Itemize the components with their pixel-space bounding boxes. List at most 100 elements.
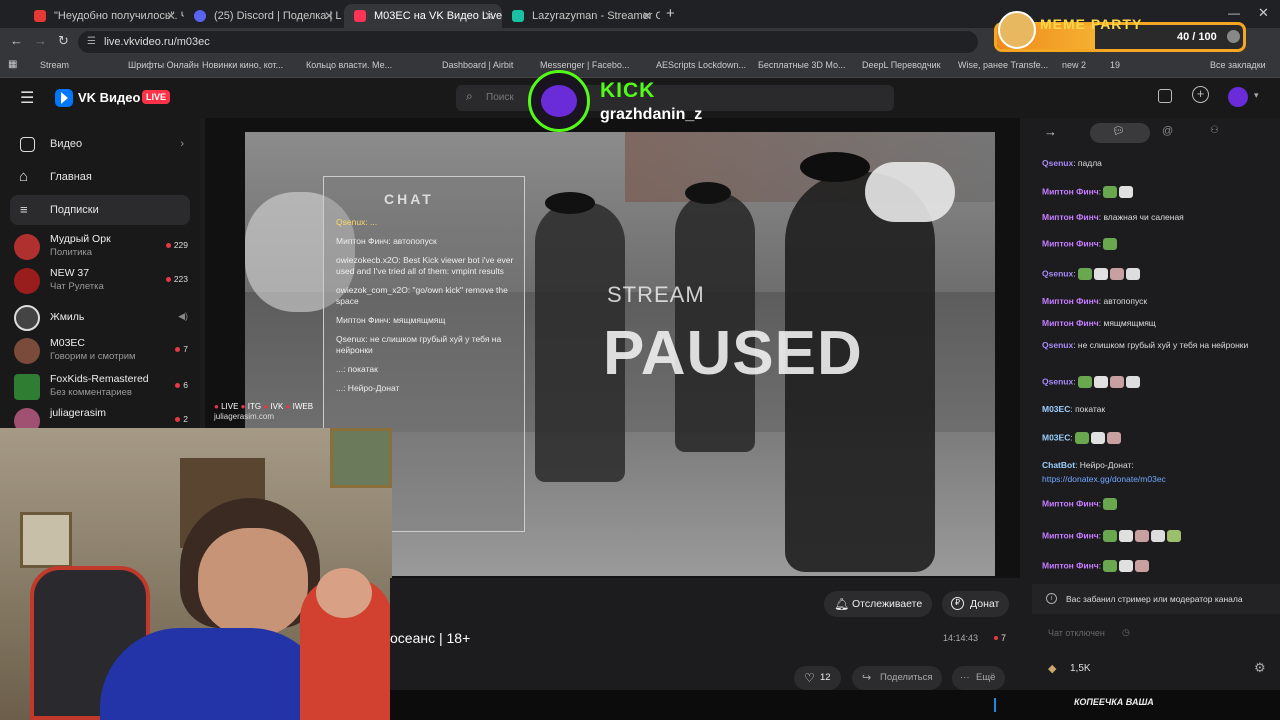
chat-username[interactable]: Миптон Финч	[1042, 238, 1099, 248]
inner-chat-line: Миптон Финч: мящмящмящ	[336, 315, 446, 325]
emote-icon	[1075, 432, 1090, 444]
add-icon[interactable]: +	[1192, 86, 1209, 103]
wall-painting	[330, 428, 392, 488]
sidebar-item-home[interactable]: ⌂ Главная	[10, 162, 190, 192]
viewers-icon[interactable]: ⚇	[1210, 125, 1219, 136]
chat-username[interactable]: Миптон Финч	[1042, 530, 1099, 540]
site-info-icon[interactable]: ☰	[87, 31, 96, 53]
minimize-icon[interactable]: —	[1228, 6, 1240, 20]
menu-icon[interactable]: ☰	[20, 88, 34, 108]
bookmark-item[interactable]: Кольцо власти. Ме...	[306, 60, 392, 70]
chevron-down-icon[interactable]: ▾	[1254, 90, 1259, 101]
chat-username[interactable]: Qsenux	[1042, 268, 1073, 278]
chat-username[interactable]: Qsenux	[1042, 158, 1073, 168]
collapse-chat-icon[interactable]: →	[1044, 124, 1057, 139]
chat-username[interactable]: ChatBot	[1042, 460, 1075, 470]
viewer-count: 7	[1001, 633, 1007, 643]
emote-icon	[1077, 268, 1092, 280]
chat-username[interactable]: М03ЕС	[1042, 404, 1070, 414]
chat-username[interactable]: Миптон Финч	[1042, 212, 1099, 222]
chat-message: Qsenux: не слишком грубый хуй у тебя на …	[1042, 340, 1272, 351]
chat-username[interactable]: Миптон Финч	[1042, 560, 1099, 570]
inner-chat-title: CHAT	[384, 191, 434, 207]
chat-username[interactable]: Миптон Финч	[1042, 498, 1099, 508]
bookmark-item[interactable]: Stream	[40, 60, 69, 70]
share-button[interactable]: ↪ Поделиться	[852, 666, 943, 690]
chat-message: Миптон Финч: влажная чи саленая	[1042, 212, 1272, 223]
url-text: live.vkvideo.ru/m03ec	[104, 36, 210, 48]
chat-username[interactable]: Qsenux	[1042, 340, 1073, 350]
chat-message: Миптон Финч: мящмящмящ	[1042, 318, 1272, 329]
close-tab-icon[interactable]: ✕	[166, 4, 176, 28]
channel-item[interactable]: Жмиль ◀)	[14, 303, 194, 335]
library-icon[interactable]	[1158, 89, 1172, 103]
bookmark-item[interactable]: Новинки кино, кот...	[202, 60, 283, 70]
chevron-right-icon: ›	[180, 138, 184, 150]
emote-icon	[1167, 530, 1182, 542]
channel-category: Политика	[50, 247, 93, 258]
bookmark-item[interactable]: new 2	[1062, 60, 1086, 70]
chat-input[interactable]: Чат отключен ◷	[1040, 624, 1272, 644]
browser-tab[interactable]: "Неудобно получилось". Что ✕	[24, 4, 184, 28]
url-field[interactable]: ☰ live.vkvideo.ru/m03ec	[78, 31, 978, 53]
inner-chat-line: Миптон Финч: автопопуск	[336, 236, 437, 246]
bookmark-item[interactable]: AEScripts Lockdown...	[656, 60, 746, 70]
streamer-overview-icon	[512, 10, 524, 22]
donate-button[interactable]: ₽ Донат	[942, 591, 1010, 617]
close-tab-icon[interactable]: ✕	[642, 4, 652, 28]
bookmark-item[interactable]: Wise, ранее Transfe...	[958, 60, 1048, 70]
more-button[interactable]: ··· Ещё	[952, 666, 1006, 690]
forward-icon[interactable]: →	[34, 33, 47, 48]
chat-username[interactable]: Миптон Финч	[1042, 318, 1099, 328]
browser-tab[interactable]: Lazyrazyman - Streamer Overvi ✕	[502, 4, 660, 28]
bookmark-item[interactable]: Dashboard | Airbit	[442, 60, 513, 70]
chat-username[interactable]: М03ЕС	[1042, 432, 1070, 442]
settings-gear-icon[interactable]: ⚙	[1254, 660, 1266, 676]
sidebar-item-subscriptions[interactable]: ≡ Подписки	[10, 195, 190, 225]
chat-username[interactable]: Qsenux	[1042, 376, 1073, 386]
channel-item[interactable]: FoxKids-Remastered Без комментариев 6	[14, 372, 194, 404]
sidebar: Видео › ⌂ Главная ≡ Подписки Мудрый Орк …	[0, 118, 200, 434]
app-logo-text[interactable]: VK Видео	[78, 90, 140, 105]
browser-tab[interactable]: (25) Discord | Поделка | L ✕	[184, 4, 342, 28]
channel-item[interactable]: Мудрый Орк Политика 229	[14, 232, 194, 264]
new-tab-icon[interactable]: +	[666, 5, 675, 22]
channel-item[interactable]: NEW 37 Чат Рулетка 223	[14, 266, 194, 298]
tab-chat[interactable]: 💬︎	[1090, 123, 1150, 143]
chat-username[interactable]: Миптон Финч	[1042, 186, 1099, 196]
bookmark-item[interactable]: Шрифты Онлайн	[128, 60, 199, 70]
sidebar-item-video[interactable]: Видео ›	[10, 129, 190, 159]
vk-video-icon	[354, 10, 366, 22]
bookmark-item[interactable]: Все закладки	[1210, 60, 1266, 70]
bookmark-item[interactable]: 19	[1110, 60, 1120, 70]
chat-text: покатак	[1075, 404, 1106, 414]
emote-icon	[1107, 432, 1122, 444]
bookmark-item[interactable]: Бесплатные 3D Мо...	[758, 60, 846, 70]
info-icon: i	[1046, 593, 1057, 604]
channel-category: Без комментариев	[50, 387, 132, 398]
browser-tab-active[interactable]: М03ЕС на VK Видео Live – см ✕	[344, 4, 502, 28]
bookmark-item[interactable]: Messenger | Facebo...	[540, 60, 629, 70]
emote-icon	[1109, 376, 1124, 388]
reload-icon[interactable]: ↻	[58, 33, 69, 49]
bookmark-item[interactable]: DeepL Переводчик	[862, 60, 941, 70]
avatar[interactable]	[1228, 87, 1248, 107]
dancer-hat	[800, 152, 870, 182]
follow-button[interactable]: 🔔︎ Отслеживаете	[824, 591, 933, 617]
mentions-icon[interactable]: @	[1162, 125, 1173, 137]
ban-notice-text: Вас забанил стример или модератор канала	[1066, 594, 1243, 604]
like-button[interactable]: ♡ 12	[794, 666, 841, 690]
channel-points-icon: ◆	[1048, 663, 1057, 675]
dot-icon: ●	[240, 402, 246, 411]
apps-icon[interactable]: ▦	[8, 59, 17, 70]
channel-points-value[interactable]: 1,5K	[1070, 663, 1091, 674]
emote-icon	[1125, 268, 1140, 280]
chat-link[interactable]: https://donatex.gg/donate/m03ec	[1042, 474, 1166, 484]
close-window-icon[interactable]: ✕	[1258, 5, 1269, 21]
back-icon[interactable]: ←	[10, 33, 23, 48]
chat-username[interactable]: Миптон Финч	[1042, 296, 1099, 306]
stream-title: осеанс | 18+	[390, 630, 471, 646]
close-tab-icon[interactable]: ✕	[324, 4, 334, 28]
channel-item[interactable]: М03ЕС Говорим и смотрим 7	[14, 336, 194, 368]
close-tab-icon[interactable]: ✕	[484, 4, 494, 28]
